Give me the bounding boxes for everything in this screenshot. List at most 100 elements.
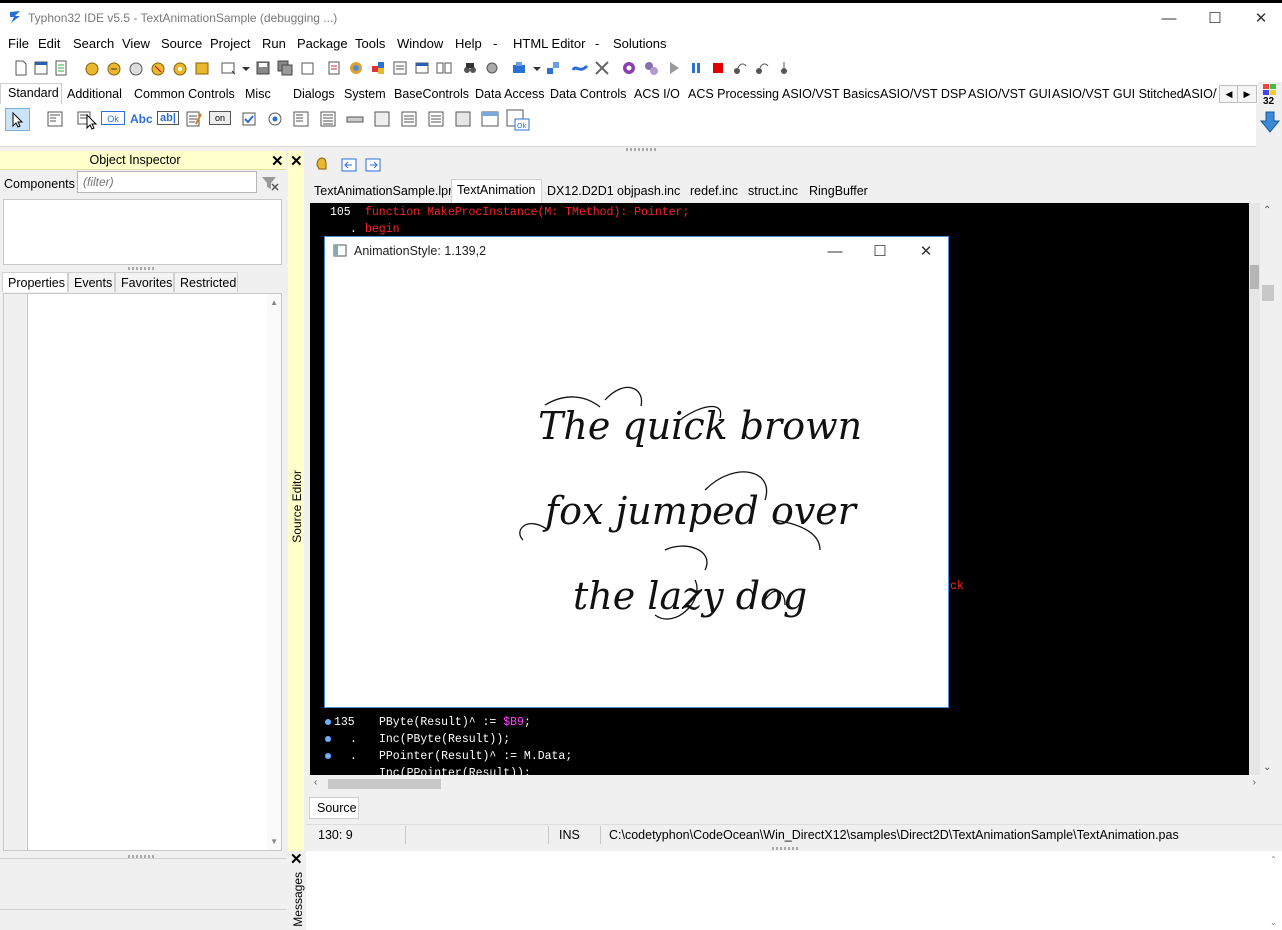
gear-icon[interactable] xyxy=(621,60,637,76)
close-project-icon[interactable] xyxy=(150,60,166,76)
menu-view[interactable]: View xyxy=(122,36,150,51)
scroll-thumb[interactable] xyxy=(1262,285,1274,301)
palette-tab-basecontrols[interactable]: BaseControls xyxy=(394,87,469,101)
file-tab-textanimationsample-lpr[interactable]: TextAnimationSample.lpr xyxy=(309,181,457,202)
build-icon[interactable] xyxy=(545,60,561,76)
navigate-forward-icon[interactable] xyxy=(365,157,381,173)
property-grid-scrollbar[interactable] xyxy=(267,294,281,850)
palette-tab-standard[interactable]: Standard xyxy=(8,86,59,100)
tab-scroll-left-icon[interactable]: ◀ xyxy=(1219,85,1239,103)
palette-tab-misc[interactable]: Misc xyxy=(245,87,271,101)
tools-icon[interactable] xyxy=(594,60,610,76)
source-tab[interactable]: Source xyxy=(309,797,359,819)
step-over-icon[interactable] xyxy=(754,60,770,76)
messages-panel[interactable] xyxy=(306,851,1282,930)
tab-properties[interactable]: Properties xyxy=(2,272,68,292)
tab-restricted[interactable]: Restricted xyxy=(174,272,238,292)
palette-tab-asio-vst-gui[interactable]: ASIO/VST GUI xyxy=(968,87,1051,101)
project-options-icon[interactable] xyxy=(172,60,188,76)
menu-help[interactable]: Help xyxy=(455,36,482,51)
tab-favorites[interactable]: Favorites xyxy=(115,272,174,292)
menu-package[interactable]: Package xyxy=(297,36,348,51)
tactionlist-icon[interactable]: Ok xyxy=(506,109,530,131)
palette-tab-dialogs[interactable]: Dialogs xyxy=(293,87,335,101)
component-tree[interactable] xyxy=(3,199,282,265)
file-tab-ringbuffer[interactable]: RingBuffer xyxy=(804,181,873,202)
pause-icon[interactable] xyxy=(688,60,704,76)
save-project-icon[interactable] xyxy=(128,60,144,76)
palette-tab-asio-vst-gui-stitched[interactable]: ASIO/VST GUI Stitched xyxy=(1052,87,1184,101)
stop-icon[interactable] xyxy=(710,60,726,76)
minimize-button[interactable]: — xyxy=(1146,3,1192,33)
menu-tools[interactable]: Tools xyxy=(355,36,385,51)
multi-gear-icon[interactable] xyxy=(643,60,659,76)
menu-window[interactable]: Window xyxy=(397,36,443,51)
menu-source[interactable]: Source xyxy=(161,36,202,51)
scroll-up-arrow-icon[interactable]: ⌃ xyxy=(1270,855,1277,864)
palette-tab-system[interactable]: System xyxy=(344,87,386,101)
tab-events[interactable]: Events xyxy=(68,272,115,292)
tmemo-icon[interactable] xyxy=(185,110,203,128)
navigate-back-icon[interactable] xyxy=(341,157,357,173)
dropdown-arrow-icon[interactable] xyxy=(529,60,545,76)
find-icon[interactable] xyxy=(462,60,478,76)
palette-tab-asio-truncated[interactable]: ASIO/\ xyxy=(1183,87,1217,101)
menu-search[interactable]: Search xyxy=(73,36,114,51)
tpanel-icon[interactable] xyxy=(454,110,472,128)
tcheckbox-icon[interactable] xyxy=(240,110,258,128)
editor-vertical-scrollbar[interactable]: ⌃ ⌄ xyxy=(1260,203,1276,775)
view-source-icon[interactable] xyxy=(392,60,408,76)
open-icon[interactable] xyxy=(106,60,122,76)
menu-run[interactable]: Run xyxy=(262,36,286,51)
tradiogroup-icon[interactable] xyxy=(400,110,418,128)
step-into-icon[interactable] xyxy=(732,60,748,76)
property-grid[interactable]: ▲ ▼ xyxy=(3,293,282,851)
menu-solutions[interactable]: Solutions xyxy=(613,36,666,51)
palette-tab-data-access[interactable]: Data Access xyxy=(475,87,544,101)
minimap-thumb[interactable] xyxy=(1250,265,1259,289)
tradiobutton-icon[interactable] xyxy=(266,110,284,128)
tlabel-icon[interactable]: Abc xyxy=(130,112,153,126)
toggle-form-unit-icon[interactable] xyxy=(326,60,342,76)
tscrollbar-icon[interactable] xyxy=(346,110,364,128)
open-recent-icon[interactable] xyxy=(220,60,236,76)
window-list-icon[interactable] xyxy=(414,60,430,76)
breakpoint-dot-icon[interactable] xyxy=(325,753,331,759)
editor-horizontal-scrollbar[interactable]: ‹ › xyxy=(310,776,1262,792)
animation-close-button[interactable]: ✕ xyxy=(903,236,949,266)
scroll-thumb[interactable] xyxy=(328,779,441,789)
splitter-grip[interactable] xyxy=(128,267,156,270)
view-forms-icon[interactable] xyxy=(370,60,386,76)
components-filter-input[interactable] xyxy=(77,171,257,193)
file-tab-struct-inc[interactable]: struct.inc xyxy=(743,181,803,202)
file-tab-dx12-d2d1[interactable]: DX12.D2D1 xyxy=(542,181,619,202)
close-all-icon[interactable] xyxy=(299,60,315,76)
scroll-up-arrow-icon[interactable]: ▲ xyxy=(270,298,278,307)
step-out-icon[interactable] xyxy=(776,60,792,76)
source-editor-close-button[interactable]: ✕ xyxy=(290,152,303,170)
scroll-down-arrow-icon[interactable]: ⌄ xyxy=(1270,918,1277,927)
tgroupbox-icon[interactable] xyxy=(373,110,391,128)
file-tab-objpash-inc[interactable]: objpash.inc xyxy=(612,181,685,202)
build-modes-icon[interactable] xyxy=(511,60,527,76)
jump-back-hand-icon[interactable] xyxy=(313,156,331,174)
scroll-down-arrow-icon[interactable]: ⌄ xyxy=(1263,762,1271,773)
messages-close-button[interactable]: ✕ xyxy=(290,850,303,868)
dropdown-arrow-icon[interactable] xyxy=(238,60,254,76)
compare-icon[interactable] xyxy=(436,60,452,76)
tbutton-icon[interactable]: Ok xyxy=(101,111,125,125)
save-all-icon[interactable] xyxy=(277,60,293,76)
splitter-grip[interactable] xyxy=(772,847,800,850)
tcombobox-icon[interactable] xyxy=(319,110,337,128)
clear-filter-icon[interactable] xyxy=(260,174,280,192)
new-unit-icon[interactable] xyxy=(53,60,69,76)
file-tab-redef-inc[interactable]: redef.inc xyxy=(685,181,743,202)
save-icon[interactable] xyxy=(255,60,271,76)
open-project-icon[interactable] xyxy=(84,60,100,76)
palette-tab-asio-vst-basics[interactable]: ASIO/VST Basics xyxy=(782,87,880,101)
maximize-button[interactable]: ☐ xyxy=(1192,3,1238,33)
tools-config-icon[interactable] xyxy=(484,60,500,76)
tcheckgroup-icon[interactable] xyxy=(427,110,445,128)
flow-icon[interactable] xyxy=(572,60,588,76)
ttogglebox-icon[interactable]: on xyxy=(209,111,231,125)
